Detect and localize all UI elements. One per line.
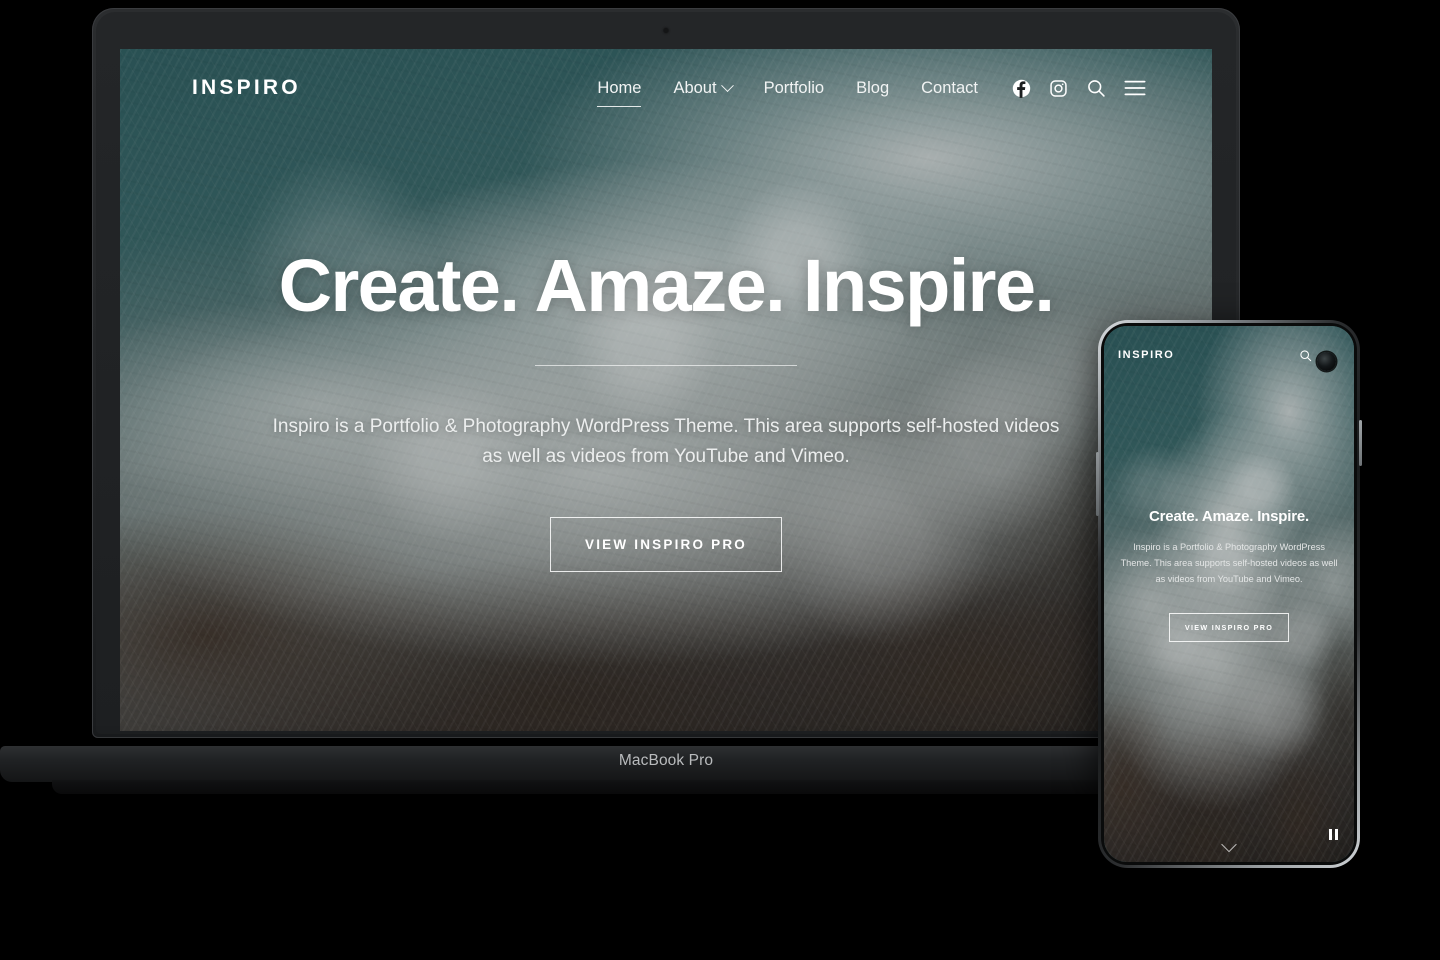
- phone-screen: INSPIRO Create. Amaze. Inspire. Inspiro …: [1104, 326, 1354, 862]
- laptop-screen: INSPIRO Home About Portfolio Blog Contac…: [120, 49, 1212, 731]
- laptop-base-shadow: [52, 780, 1280, 794]
- mobile-view-inspiro-pro-button[interactable]: VIEW INSPIRO PRO: [1168, 613, 1290, 643]
- laptop-mockup: INSPIRO Home About Portfolio Blog Contac…: [0, 8, 1332, 794]
- phone-volume-button[interactable]: [1096, 452, 1099, 516]
- hero-title: Create. Amaze. Inspire.: [278, 243, 1055, 327]
- laptop-device-label: MacBook Pro: [618, 752, 714, 769]
- scroll-indicator-area: [1104, 822, 1354, 862]
- phone-mockup: INSPIRO Create. Amaze. Inspire. Inspiro …: [1096, 320, 1362, 868]
- mobile-hero-content: Create. Amaze. Inspire. Inspiro is a Por…: [1104, 508, 1354, 643]
- laptop-lid: INSPIRO Home About Portfolio Blog Contac…: [92, 8, 1240, 738]
- hero-content: Create. Amaze. Inspire. Inspiro is a Por…: [120, 49, 1212, 731]
- mobile-header: INSPIRO: [1104, 326, 1354, 384]
- mockup-stage: INSPIRO Home About Portfolio Blog Contac…: [0, 0, 1440, 960]
- mobile-search-icon[interactable]: [1299, 349, 1312, 362]
- phone-power-button[interactable]: [1359, 420, 1362, 466]
- desktop-hero-section: INSPIRO Home About Portfolio Blog Contac…: [120, 49, 1212, 731]
- hero-subtitle: Inspiro is a Portfolio & Photography Wor…: [272, 415, 1060, 468]
- mobile-site-logo[interactable]: INSPIRO: [1118, 349, 1174, 361]
- view-inspiro-pro-button[interactable]: VIEW INSPIRO PRO: [550, 517, 782, 573]
- mobile-hero-subtitle: Inspiro is a Portfolio & Photography Wor…: [1120, 542, 1338, 585]
- mobile-hero-title: Create. Amaze. Inspire.: [1149, 508, 1309, 525]
- hero-divider: [535, 364, 797, 366]
- mobile-hero-section: INSPIRO Create. Amaze. Inspire. Inspiro …: [1104, 326, 1354, 862]
- phone-front-camera-icon: [1317, 352, 1336, 371]
- laptop-webcam-icon: [663, 28, 669, 33]
- scroll-down-icon[interactable]: [1221, 836, 1237, 853]
